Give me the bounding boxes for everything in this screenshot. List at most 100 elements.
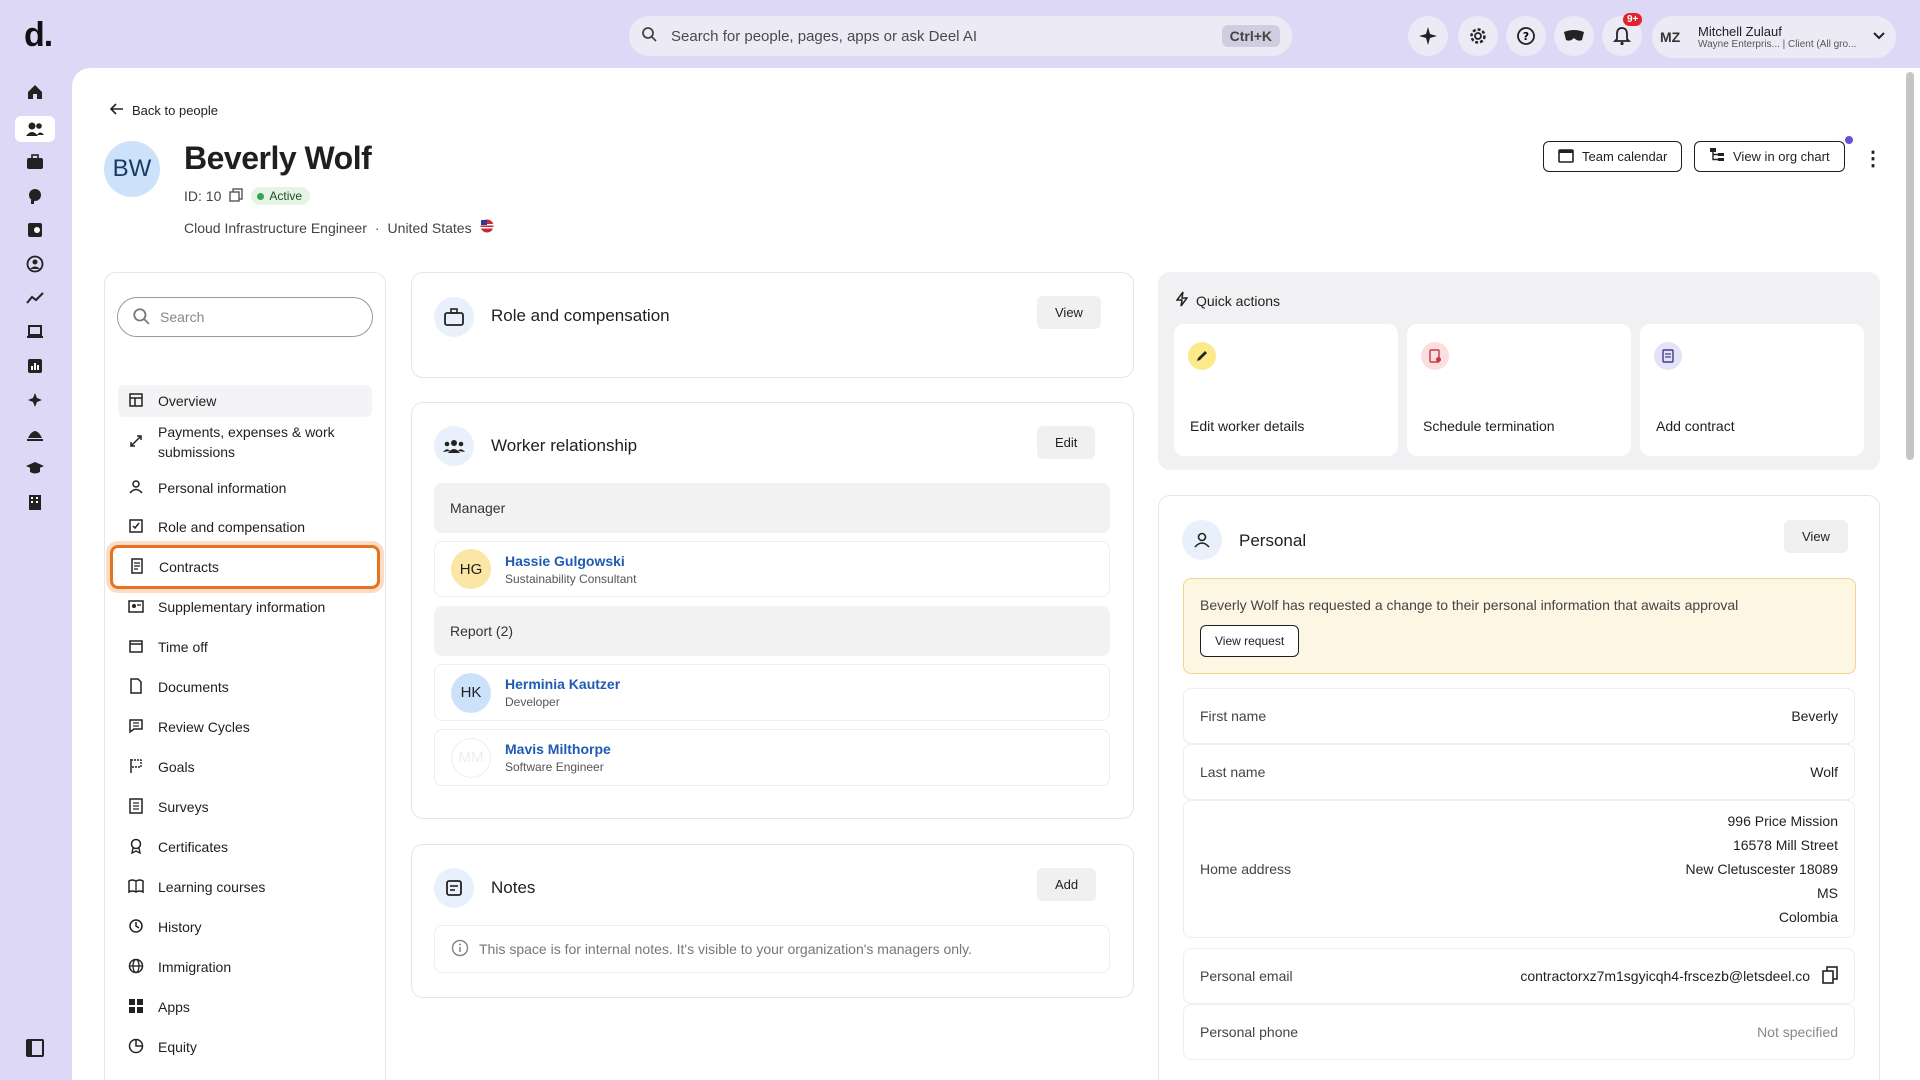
collapse-sidebar-icon[interactable] (22, 1035, 48, 1061)
report-name-link[interactable]: Herminia Kautzer (505, 676, 620, 692)
building-icon[interactable] (22, 489, 48, 515)
view-request-button[interactable]: View request (1200, 625, 1300, 657)
sidebar-item-goals[interactable]: Goals (118, 751, 372, 783)
global-search[interactable]: Search for people, pages, apps or ask De… (629, 16, 1292, 56)
info-icon (451, 939, 469, 960)
sidebar-item-history[interactable]: History (118, 911, 372, 943)
chevron-down-icon (1872, 28, 1886, 46)
manager-row[interactable]: HG Hassie Gulgowski Sustainability Consul… (434, 541, 1110, 597)
manager-role: Sustainability Consultant (505, 571, 637, 586)
sidebar-item-immigration[interactable]: Immigration (118, 951, 372, 983)
people-icon[interactable] (15, 116, 55, 142)
island-icon[interactable] (22, 421, 48, 447)
briefcase-icon[interactable] (22, 149, 48, 175)
status-label: Active (269, 189, 303, 203)
copy-icon[interactable] (1822, 965, 1838, 987)
copy-icon[interactable] (229, 187, 244, 205)
sidebar-item-personal-information[interactable]: Personal information (118, 472, 372, 504)
back-to-people-link[interactable]: Back to people (109, 103, 218, 118)
sidebar-item-apps[interactable]: Apps (118, 991, 372, 1023)
sidebar-item-overview[interactable]: Overview (118, 385, 372, 417)
wallet-icon[interactable] (22, 217, 48, 243)
search-icon (132, 307, 150, 328)
address-line: New Cletuscester 18089 (1685, 861, 1838, 877)
sidebar-item-role-and-compensation[interactable]: Role and compensation (118, 511, 372, 543)
graduation-cap-icon[interactable] (22, 455, 48, 481)
report-row[interactable]: HK Herminia Kautzer Developer (434, 664, 1110, 721)
report-header: Report (2) (434, 606, 1110, 656)
search-shortcut: Ctrl+K (1221, 25, 1280, 47)
home-icon[interactable] (22, 79, 48, 105)
report-row[interactable]: MM Mavis Milthorpe Software Engineer (434, 729, 1110, 786)
add-contract-action[interactable]: Add contract (1640, 324, 1864, 456)
sidebar-item-certificates[interactable]: Certificates (118, 831, 372, 863)
sidebar-item-equity[interactable]: Equity (118, 1031, 372, 1063)
globe-icon (128, 958, 144, 977)
search-icon (641, 26, 657, 47)
sidebar-item-payments-expenses-work-submissions[interactable]: Payments, expenses & work submissions (118, 420, 372, 464)
notes-add-button[interactable]: Add (1037, 868, 1097, 901)
layout-icon (128, 392, 144, 411)
report-role: Developer (505, 695, 560, 709)
field-label: Personal email (1200, 968, 1293, 984)
book-icon (128, 878, 144, 897)
address-line: MS (1817, 885, 1838, 901)
sidebar-search-input[interactable]: Search (117, 297, 373, 337)
schedule-termination-action[interactable]: Schedule termination (1407, 324, 1631, 456)
sidebar-item-documents[interactable]: Documents (118, 671, 372, 703)
schedule-termination-label: Schedule termination (1423, 418, 1555, 434)
person-icon (1182, 520, 1222, 560)
id-card-icon (128, 598, 144, 617)
sparkles-icon[interactable] (22, 387, 48, 413)
checklist-icon (128, 518, 144, 537)
field-value: Not specified (1757, 1024, 1838, 1040)
lightning-icon (1175, 291, 1189, 310)
field-value: contractorxz7m1sgyicqh4-frscezb@letsdeel… (1520, 968, 1810, 984)
sidebar-item-learning-courses[interactable]: Learning courses (118, 871, 372, 903)
sidebar-item-label: Goals (158, 759, 195, 775)
user-circle-icon[interactable] (22, 251, 48, 277)
edit-worker-details-action[interactable]: Edit worker details (1174, 324, 1398, 456)
notes-info: This space is for internal notes. It's v… (434, 925, 1110, 973)
page-scrollbar[interactable] (1906, 72, 1914, 460)
sidebar-item-contracts[interactable]: Contracts (110, 545, 380, 589)
sidebar-item-supplementary-information[interactable]: Supplementary information (118, 591, 372, 623)
address-line: 16578 Mill Street (1732, 837, 1838, 853)
us-flag-icon (479, 219, 494, 236)
ai-sparkle-icon[interactable] (1408, 16, 1448, 56)
sidebar-item-review-cycles[interactable]: Review Cycles (118, 711, 372, 743)
view-org-chart-button[interactable]: View in org chart (1694, 141, 1845, 172)
deel-logo[interactable]: d. (24, 16, 53, 55)
person-icon (128, 479, 144, 498)
notes-info-text: This space is for internal notes. It's v… (479, 941, 972, 957)
apps-icon (128, 998, 144, 1017)
sidebar-item-label: Documents (158, 679, 229, 695)
user-menu[interactable]: MZ Mitchell Zulauf Wayne Enterpris... | … (1652, 16, 1896, 58)
team-calendar-button[interactable]: Team calendar (1543, 141, 1683, 172)
change-request-alert: Beverly Wolf has requested a change to t… (1183, 578, 1856, 674)
help-icon[interactable]: ? (1506, 16, 1546, 56)
new-indicator-dot (1845, 136, 1853, 144)
sidebar-item-time-off[interactable]: Time off (118, 631, 372, 663)
quick-actions-title: Quick actions (1196, 292, 1281, 309)
sidebar-item-surveys[interactable]: Surveys (118, 791, 372, 823)
settings-gear-icon[interactable] (1458, 16, 1498, 56)
analytics-icon[interactable] (22, 285, 48, 311)
more-options-icon[interactable]: ⋮ (1863, 146, 1883, 171)
sidebar-search-placeholder: Search (160, 309, 205, 325)
laptop-icon[interactable] (22, 319, 48, 345)
sidebar-item-label: Time off (158, 639, 208, 655)
mask-icon[interactable] (1554, 16, 1594, 56)
calendar-icon (128, 638, 144, 657)
piggy-bank-icon[interactable] (22, 183, 48, 209)
notes-card-title: Notes (491, 878, 536, 897)
status-badge: Active (251, 187, 311, 205)
manager-name-link[interactable]: Hassie Gulgowski (505, 553, 636, 569)
profile-avatar: BW (104, 141, 160, 197)
personal-phone-field: Personal phone Not specified (1183, 1004, 1855, 1060)
report-chart-icon[interactable] (22, 353, 48, 379)
personal-view-button[interactable]: View (1784, 520, 1848, 553)
role-view-button[interactable]: View (1037, 296, 1101, 329)
worker-edit-button[interactable]: Edit (1037, 426, 1096, 459)
report-name-link[interactable]: Mavis Milthorpe (505, 741, 611, 757)
